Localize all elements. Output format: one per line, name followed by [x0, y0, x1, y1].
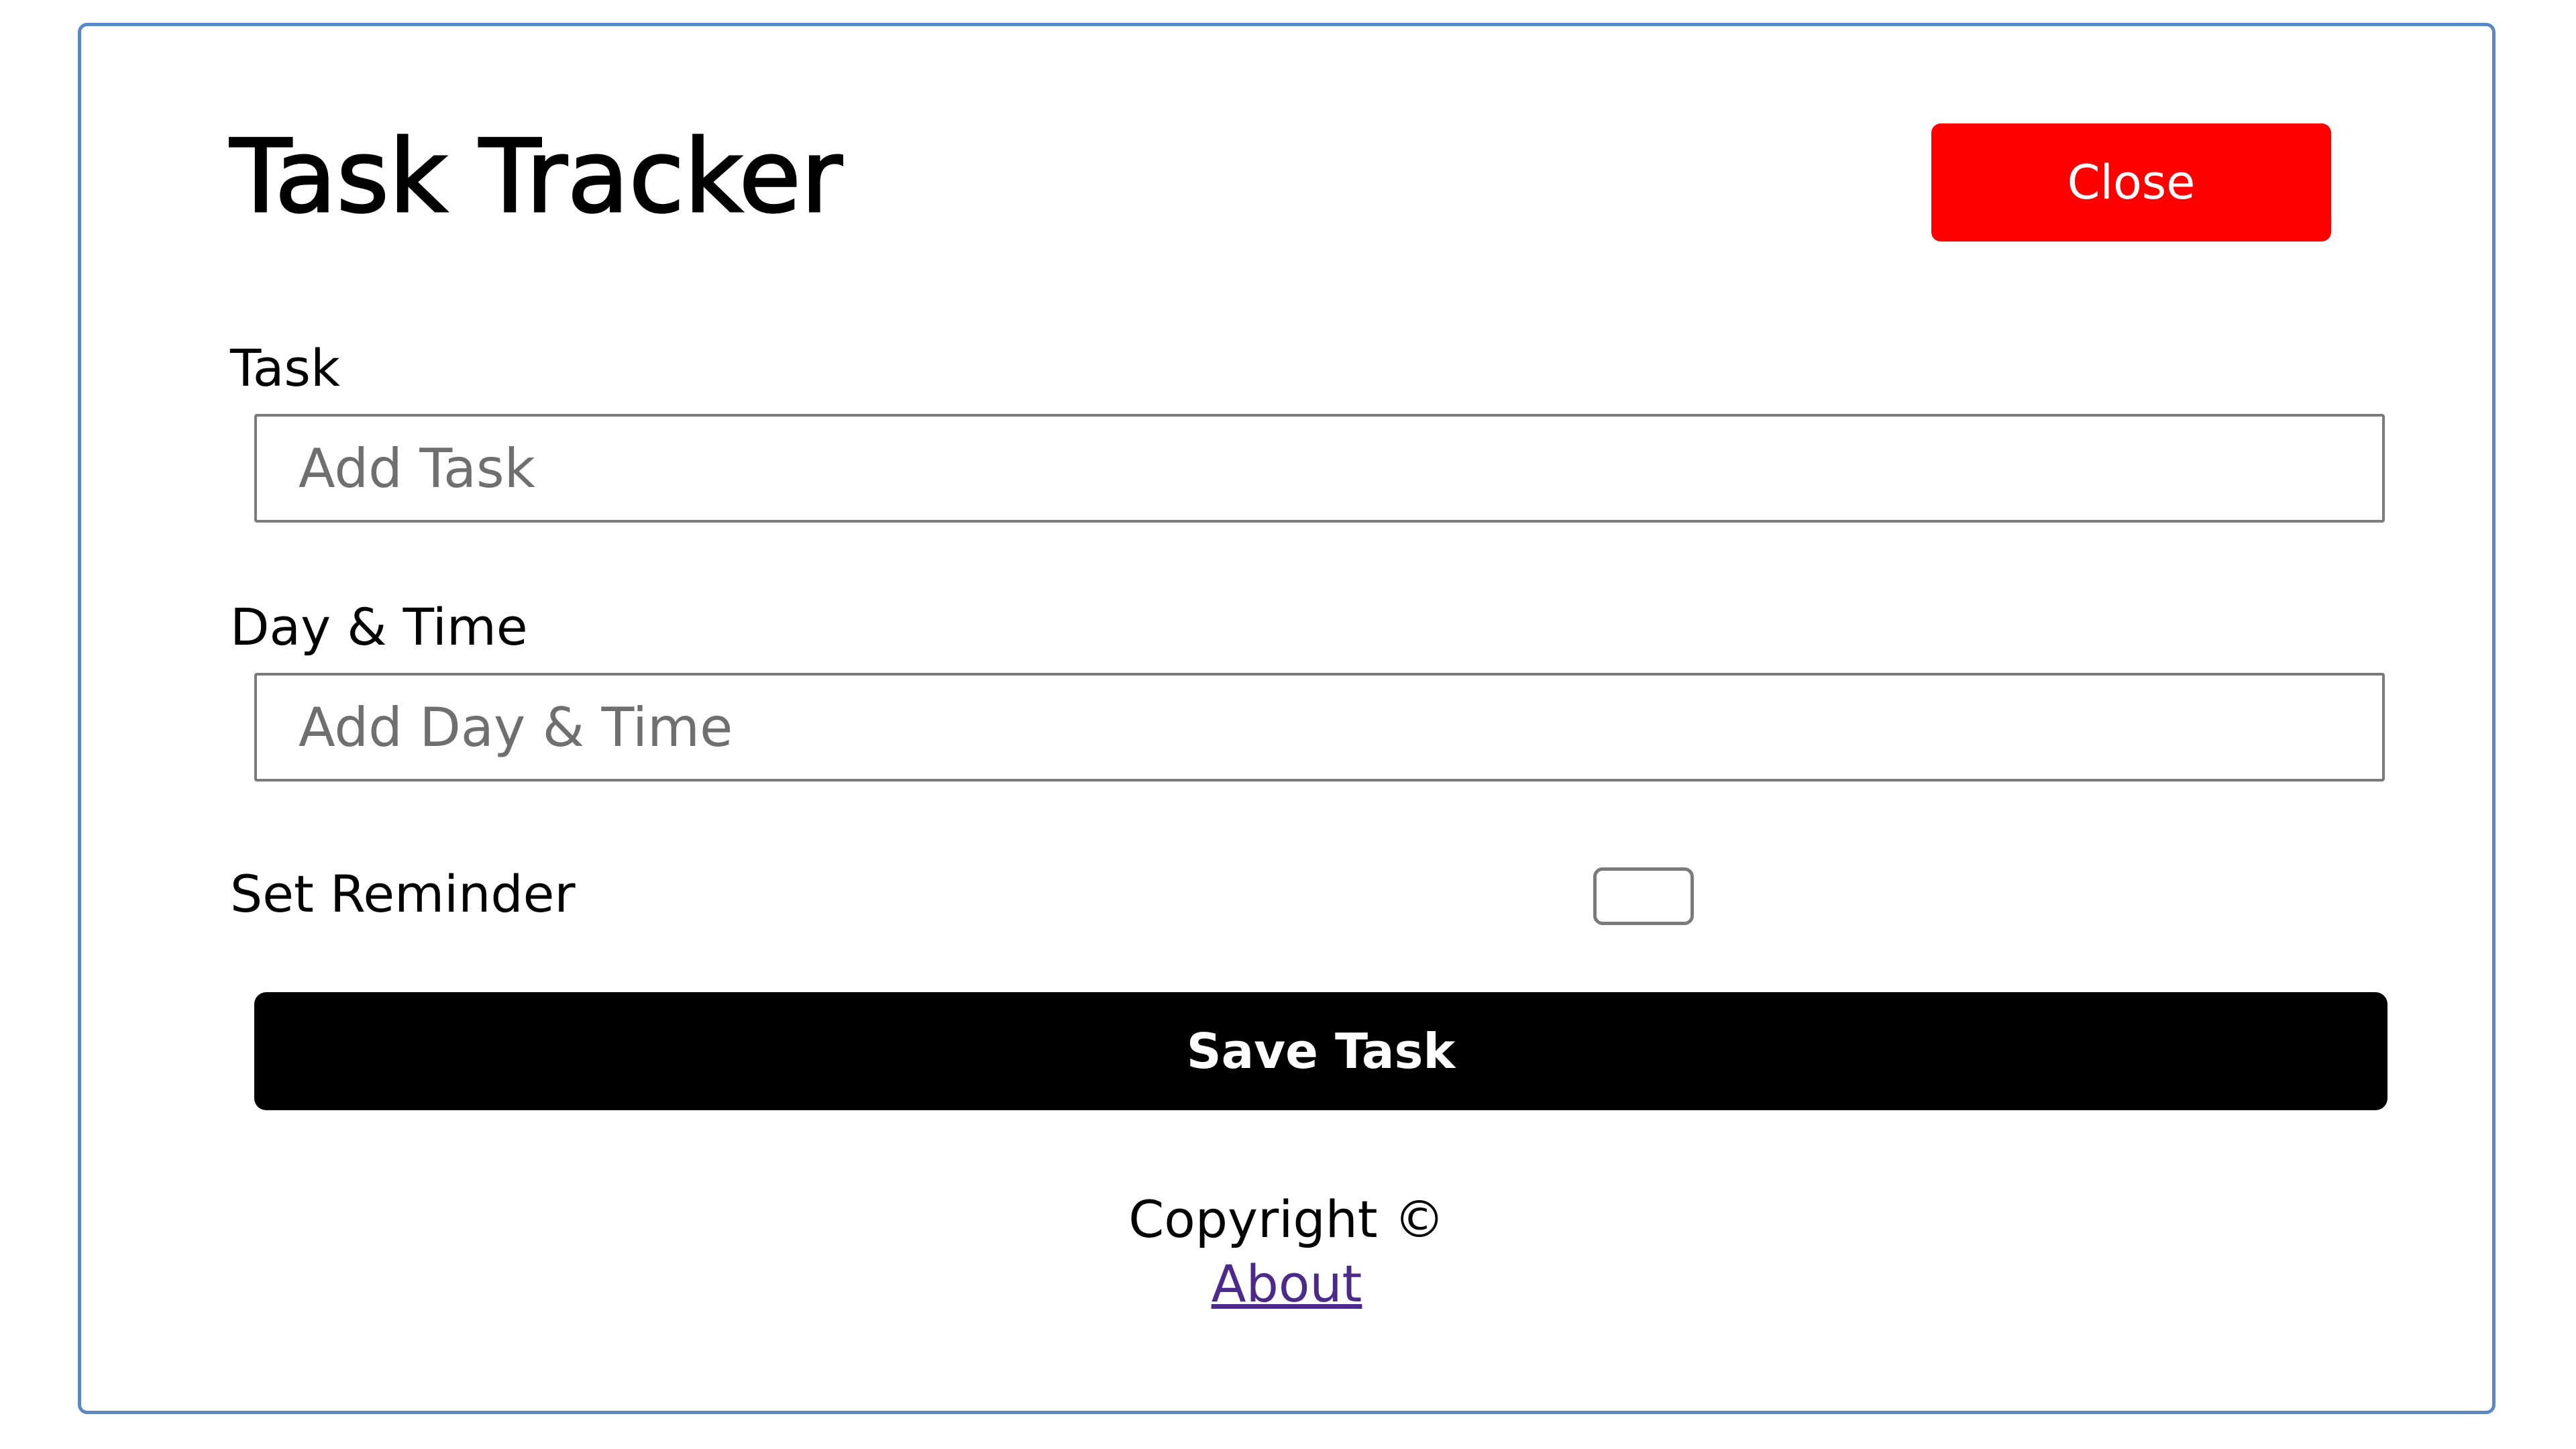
- set-reminder-label: Set Reminder: [230, 864, 576, 924]
- task-label: Task: [230, 338, 341, 398]
- about-link[interactable]: About: [1212, 1258, 1362, 1309]
- save-task-button[interactable]: Save Task: [254, 992, 2387, 1110]
- day-time-input[interactable]: [254, 673, 2385, 782]
- task-input[interactable]: [254, 414, 2385, 523]
- page-title: Task Tracker: [229, 119, 844, 235]
- close-button[interactable]: Close: [1931, 123, 2331, 241]
- reminder-checkbox[interactable]: [1593, 867, 1694, 925]
- copyright-text: Copyright ©: [1128, 1189, 1445, 1249]
- day-time-label: Day & Time: [230, 597, 528, 657]
- footer: Copyright © About: [78, 1194, 2496, 1309]
